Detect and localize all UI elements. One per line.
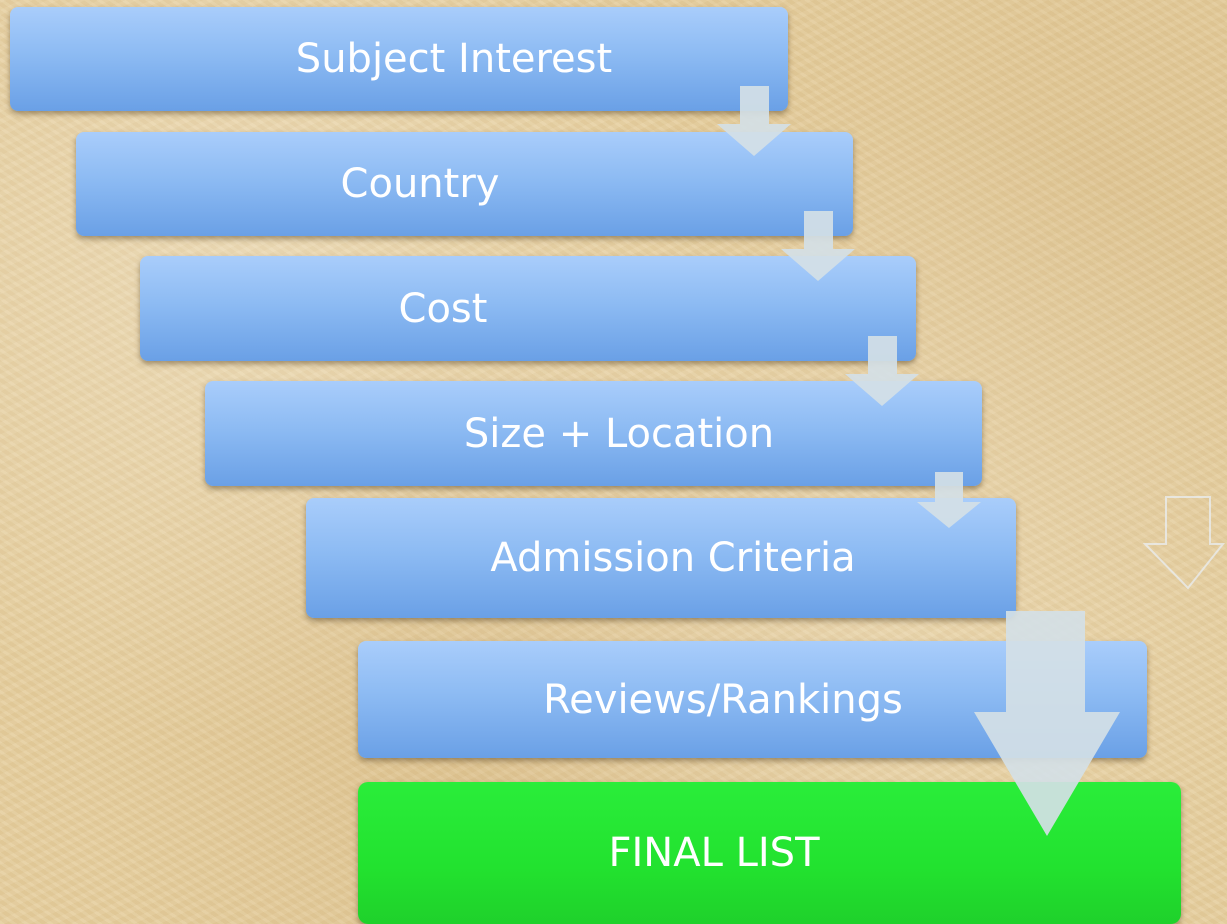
down-arrow-icon (917, 472, 981, 528)
step-label: FINAL LIST (608, 830, 820, 876)
down-arrow-icon (781, 211, 855, 281)
step-label: Subject Interest (295, 36, 613, 82)
down-arrow-icon (974, 611, 1120, 836)
step-subject-interest: Subject Interest (10, 7, 788, 111)
step-label: Country (340, 161, 500, 207)
down-arrow-icon (845, 336, 919, 406)
down-arrow-icon (717, 86, 791, 156)
down-arrow-outline-icon (1142, 496, 1226, 590)
step-label: Reviews/Rankings (543, 676, 903, 723)
step-admission-criteria: Admission Criteria (306, 498, 1016, 618)
step-label: Size + Location (463, 410, 775, 457)
step-label: Admission Criteria (490, 535, 856, 581)
step-label: Cost (398, 285, 488, 332)
